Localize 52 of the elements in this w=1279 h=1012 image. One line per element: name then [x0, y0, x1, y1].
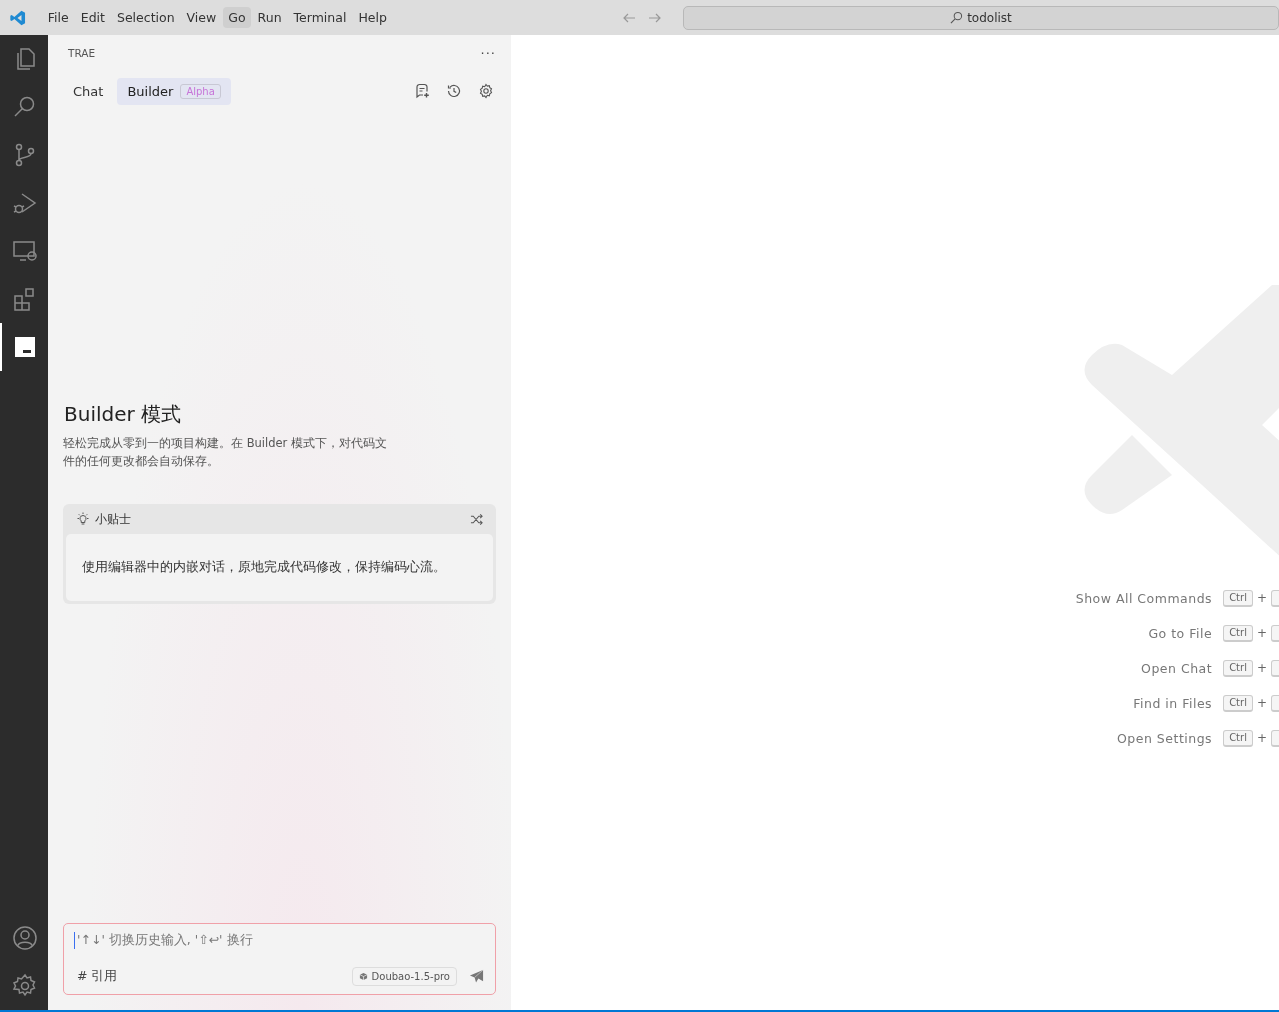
menu-item[interactable]: File: [42, 7, 74, 28]
reference-button[interactable]: # 引用: [74, 968, 344, 985]
account-icon[interactable]: [12, 925, 38, 951]
shuffle-icon[interactable]: [470, 512, 483, 526]
menu-item[interactable]: Selection: [111, 7, 180, 28]
panel-title: TRAE: [68, 47, 96, 59]
search-icon: [950, 11, 964, 24]
alpha-badge: Alpha: [180, 83, 221, 99]
settings-icon[interactable]: [12, 973, 38, 999]
settings-icon[interactable]: [478, 83, 494, 99]
key-cap: Ctrl: [1223, 659, 1253, 677]
send-icon[interactable]: [469, 969, 484, 984]
plus-sign: +: [1256, 626, 1267, 640]
mode-description: 轻松完成从零到一的项目构建。在 Builder 模式下，对代码文件的任何更改都会自动保存。: [63, 435, 388, 470]
app-logo-icon: [9, 8, 27, 27]
model-selector[interactable]: Doubao-1.5-pro: [351, 967, 457, 986]
key-cap: Ctrl: [1223, 729, 1253, 747]
plus-sign: +: [1256, 661, 1267, 675]
key-cap: Ctrl: [1223, 624, 1253, 642]
shortcut-label: Go to File: [1148, 625, 1213, 641]
menu-item[interactable]: Terminal: [288, 7, 352, 28]
mode-tab[interactable]: Chat: [63, 77, 114, 105]
plus-sign: +: [1256, 591, 1267, 605]
key-cap: Ctrl: [1223, 694, 1253, 712]
workspace-name: todolist: [967, 10, 1012, 25]
more-actions-button[interactable]: ···: [480, 45, 496, 61]
menu-item[interactable]: Go: [223, 7, 251, 28]
plus-sign: +: [1256, 696, 1267, 710]
input-placeholder: '↑↓' 切换历史输入, '⇧↩' 换行: [74, 932, 487, 949]
chat-input[interactable]: '↑↓' 切换历史输入, '⇧↩' 换行 # 引用 Doubao-1.5-pro: [63, 923, 496, 995]
command-center[interactable]: todolist: [682, 5, 1279, 30]
shortcut-label: Find in Files: [1133, 695, 1213, 711]
shortcut-label: Open Chat: [1141, 660, 1213, 676]
menu-item[interactable]: View: [181, 7, 222, 28]
tip-title: 小贴士: [95, 510, 132, 528]
menu-item[interactable]: Help: [353, 7, 392, 28]
history-icon[interactable]: [446, 83, 462, 99]
shortcut-label: Show All Commands: [1075, 590, 1213, 606]
plus-sign: +: [1256, 731, 1267, 745]
cube-icon: [358, 972, 368, 981]
mode-heading: Builder 模式: [63, 401, 183, 428]
monitor-icon[interactable]: [12, 238, 38, 264]
tip-text: 使用编辑器中的内嵌对话，原地完成代码修改，保持编码心流。: [82, 559, 446, 576]
shortcut-label: Open Settings: [1117, 730, 1213, 746]
play-bug-icon[interactable]: [12, 190, 38, 216]
mode-tab[interactable]: Builder Alpha: [117, 77, 231, 105]
menu-item[interactable]: Run: [252, 7, 287, 28]
new-chat-icon[interactable]: [414, 83, 430, 99]
key-cap: Ctrl: [1223, 589, 1253, 607]
chat-panel-icon[interactable]: [12, 334, 38, 360]
lightbulb-icon: [76, 512, 90, 526]
menu-item[interactable]: Edit: [75, 7, 110, 28]
